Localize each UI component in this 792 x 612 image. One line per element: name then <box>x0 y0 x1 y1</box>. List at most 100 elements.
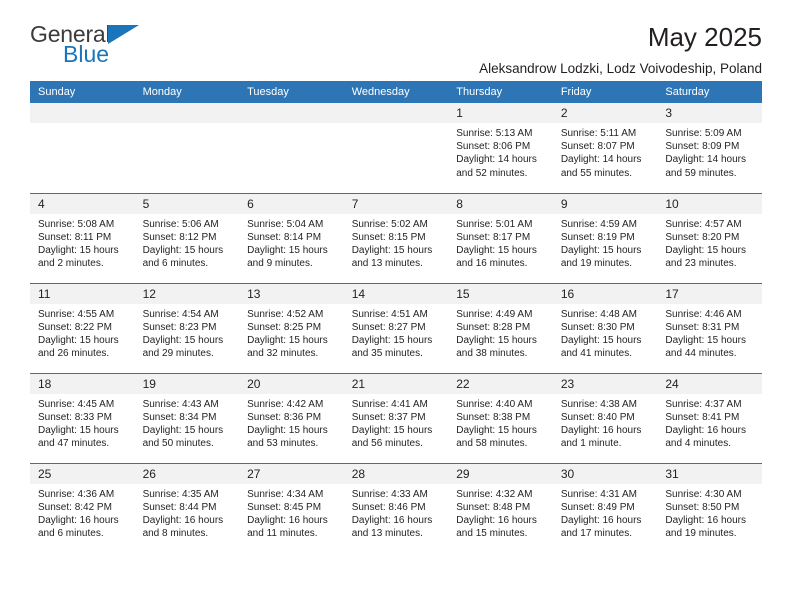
calendar-day-cell[interactable]: 10 Sunrise: 4:57 AM Sunset: 8:20 PM Dayligh… <box>657 192 762 283</box>
calendar-day-cell[interactable]: 5 Sunrise: 5:06 AM Sunset: 8:12 PM Daylight… <box>134 192 240 283</box>
calendar-day-cell[interactable]: 24 Sunrise: 4:37 AM Sunset: 8:41 PM Dayligh… <box>657 372 762 463</box>
sunrise-text: Sunrise: 4:36 AM <box>38 488 115 500</box>
daylight-text-line1: Daylight: 14 hours <box>560 154 642 166</box>
day-sun-info: Sunrise: 4:32 AM Sunset: 8:48 PM Daylight:… <box>448 484 553 541</box>
sunrise-text: Sunrise: 4:45 AM <box>38 398 115 410</box>
daylight-text-line1: Daylight: 15 hours <box>560 334 642 346</box>
sunset-text: Sunset: 8:44 PM <box>142 501 217 513</box>
day-number: 23 <box>552 373 658 394</box>
daylight-text-line1: Daylight: 15 hours <box>142 244 224 256</box>
calendar-day-cell[interactable]: 11 Sunrise: 4:55 AM Sunset: 8:22 PM Dayligh… <box>30 282 135 373</box>
calendar-day-cell[interactable]: 28 Sunrise: 4:33 AM Sunset: 8:46 PM Dayligh… <box>343 462 449 553</box>
day-number: 27 <box>239 463 344 484</box>
daylight-text-line2: and 15 minutes. <box>456 528 528 540</box>
day-number: 15 <box>448 283 553 304</box>
calendar-week-row: 25 Sunrise: 4:36 AM Sunset: 8:42 PM Dayligh… <box>30 462 762 553</box>
calendar-day-cell[interactable]: 2 Sunrise: 5:11 AM Sunset: 8:07 PM Daylight… <box>552 103 658 193</box>
sunrise-text: Sunrise: 4:52 AM <box>247 308 324 320</box>
sunset-text: Sunset: 8:34 PM <box>142 411 217 423</box>
daylight-text-line1: Daylight: 15 hours <box>247 424 328 436</box>
daylight-text-line2: and 47 minutes. <box>38 438 110 450</box>
day-sun-info: Sunrise: 5:06 AM Sunset: 8:12 PM Daylight:… <box>135 214 240 271</box>
calendar-day-cell[interactable]: 6 Sunrise: 5:04 AM Sunset: 8:14 PM Daylight… <box>239 192 344 283</box>
day-number: 14 <box>343 283 449 304</box>
calendar-day-cell[interactable]: 22 Sunrise: 4:40 AM Sunset: 8:38 PM Dayligh… <box>448 372 553 463</box>
calendar-day-cell[interactable]: 7 Sunrise: 5:02 AM Sunset: 8:15 PM Daylight… <box>343 192 449 283</box>
calendar-page: General Blue May 2025 Aleksandrow Lodzki… <box>0 0 792 612</box>
sunrise-text: Sunrise: 4:37 AM <box>665 398 742 410</box>
daylight-text-line2: and 2 minutes. <box>38 258 104 270</box>
daylight-text-line2: and 8 minutes. <box>142 528 209 540</box>
sunrise-text: Sunrise: 4:33 AM <box>351 488 428 500</box>
sunset-text: Sunset: 8:11 PM <box>38 231 112 243</box>
daylight-text-line2: and 50 minutes. <box>142 438 214 450</box>
calendar-day-cell[interactable]: 30 Sunrise: 4:31 AM Sunset: 8:49 PM Dayligh… <box>552 462 658 553</box>
daylight-text-line1: Daylight: 15 hours <box>456 244 537 256</box>
weekday-header-saturday: Saturday <box>657 81 762 103</box>
calendar-day-cell[interactable]: 19 Sunrise: 4:43 AM Sunset: 8:34 PM Dayligh… <box>134 372 240 463</box>
day-number: 22 <box>448 373 553 394</box>
day-sun-info: Sunrise: 5:01 AM Sunset: 8:17 PM Daylight:… <box>448 214 553 271</box>
sunset-text: Sunset: 8:27 PM <box>351 321 426 333</box>
calendar-week-row: 1 Sunrise: 5:13 AM Sunset: 8:06 PM Daylight… <box>30 103 762 193</box>
day-cell-inner: 11 Sunrise: 4:55 AM Sunset: 8:22 PM Dayligh… <box>30 283 135 373</box>
calendar-day-cell[interactable]: 17 Sunrise: 4:46 AM Sunset: 8:31 PM Dayligh… <box>657 282 762 373</box>
calendar-day-cell[interactable]: 29 Sunrise: 4:32 AM Sunset: 8:48 PM Dayligh… <box>448 462 553 553</box>
calendar-day-cell[interactable]: 9 Sunrise: 4:59 AM Sunset: 8:19 PM Daylight… <box>552 192 658 283</box>
day-sun-info: Sunrise: 5:02 AM Sunset: 8:15 PM Daylight:… <box>344 214 449 271</box>
calendar-day-cell[interactable]: 13 Sunrise: 4:52 AM Sunset: 8:25 PM Dayligh… <box>239 282 344 373</box>
calendar-day-cell[interactable]: 20 Sunrise: 4:42 AM Sunset: 8:36 PM Dayligh… <box>239 372 344 463</box>
day-sun-info: Sunrise: 4:45 AM Sunset: 8:33 PM Daylight:… <box>30 394 135 451</box>
day-sun-info: Sunrise: 4:49 AM Sunset: 8:28 PM Daylight:… <box>448 304 553 361</box>
calendar-day-cell[interactable]: 1 Sunrise: 5:13 AM Sunset: 8:06 PM Daylight… <box>448 103 553 193</box>
day-sun-info: Sunrise: 4:40 AM Sunset: 8:38 PM Daylight:… <box>448 394 553 451</box>
day-sun-info: Sunrise: 4:52 AM Sunset: 8:25 PM Daylight:… <box>239 304 344 361</box>
weekday-header-sunday: Sunday <box>30 81 135 103</box>
daylight-text-line2: and 52 minutes. <box>456 167 528 179</box>
weekday-header-friday: Friday <box>552 81 658 103</box>
daylight-text-line2: and 53 minutes. <box>247 438 319 450</box>
calendar-day-cell[interactable]: 8 Sunrise: 5:01 AM Sunset: 8:17 PM Daylight… <box>448 192 553 283</box>
sunset-text: Sunset: 8:41 PM <box>665 411 740 423</box>
day-number: 13 <box>239 283 344 304</box>
calendar-day-cell[interactable]: 23 Sunrise: 4:38 AM Sunset: 8:40 PM Dayligh… <box>552 372 658 463</box>
daylight-text-line1: Daylight: 15 hours <box>142 424 224 436</box>
sunset-text: Sunset: 8:42 PM <box>38 501 112 513</box>
sunrise-text: Sunrise: 5:11 AM <box>560 128 637 139</box>
day-sun-info: Sunrise: 4:43 AM Sunset: 8:34 PM Daylight:… <box>135 394 240 451</box>
sunrise-text: Sunrise: 4:38 AM <box>560 398 637 410</box>
calendar-day-cell[interactable]: 15 Sunrise: 4:49 AM Sunset: 8:28 PM Dayligh… <box>448 282 553 373</box>
day-sun-info: Sunrise: 5:08 AM Sunset: 8:11 PM Daylight:… <box>30 214 135 271</box>
sunset-text: Sunset: 8:48 PM <box>456 501 531 513</box>
sunset-text: Sunset: 8:30 PM <box>560 321 635 333</box>
sunrise-text: Sunrise: 4:59 AM <box>560 218 637 230</box>
day-cell-inner: 24 Sunrise: 4:37 AM Sunset: 8:41 PM Dayligh… <box>657 373 762 463</box>
calendar-day-cell[interactable]: 16 Sunrise: 4:48 AM Sunset: 8:30 PM Dayligh… <box>552 282 658 373</box>
calendar-day-cell[interactable]: 25 Sunrise: 4:36 AM Sunset: 8:42 PM Dayligh… <box>30 462 135 553</box>
calendar-day-cell-empty <box>343 103 449 193</box>
daylight-text-line1: Daylight: 15 hours <box>351 424 433 436</box>
calendar-day-cell[interactable]: 3 Sunrise: 5:09 AM Sunset: 8:09 PM Daylight… <box>657 103 762 193</box>
calendar-day-cell[interactable]: 21 Sunrise: 4:41 AM Sunset: 8:37 PM Dayligh… <box>343 372 449 463</box>
calendar-day-cell[interactable]: 12 Sunrise: 4:54 AM Sunset: 8:23 PM Dayligh… <box>134 282 240 373</box>
daylight-text-line1: Daylight: 16 hours <box>247 514 328 526</box>
daylight-text-line2: and 29 minutes. <box>142 348 214 360</box>
daylight-text-line1: Daylight: 16 hours <box>665 514 746 526</box>
sunrise-text: Sunrise: 4:42 AM <box>247 398 324 410</box>
day-sun-info: Sunrise: 4:41 AM Sunset: 8:37 PM Daylight:… <box>344 394 449 451</box>
daylight-text-line2: and 58 minutes. <box>456 438 528 450</box>
day-number: 5 <box>134 193 240 214</box>
calendar-day-cell[interactable]: 31 Sunrise: 4:30 AM Sunset: 8:50 PM Dayligh… <box>657 462 762 553</box>
general-blue-logo[interactable]: General Blue <box>30 22 250 78</box>
calendar-day-cell[interactable]: 4 Sunrise: 5:08 AM Sunset: 8:11 PM Daylight… <box>30 192 135 283</box>
calendar-day-cell[interactable]: 18 Sunrise: 4:45 AM Sunset: 8:33 PM Dayligh… <box>30 372 135 463</box>
weekday-header-wednesday: Wednesday <box>343 81 449 103</box>
calendar-day-cell[interactable]: 27 Sunrise: 4:34 AM Sunset: 8:45 PM Dayligh… <box>239 462 344 553</box>
day-sun-info: Sunrise: 5:11 AM Sunset: 8:07 PM Daylight:… <box>553 123 658 180</box>
sunset-text: Sunset: 8:15 PM <box>351 231 426 243</box>
calendar-day-cell[interactable]: 14 Sunrise: 4:51 AM Sunset: 8:27 PM Dayligh… <box>343 282 449 373</box>
day-sun-info: Sunrise: 4:46 AM Sunset: 8:31 PM Daylight:… <box>657 304 762 361</box>
day-cell-inner: 21 Sunrise: 4:41 AM Sunset: 8:37 PM Dayligh… <box>343 373 449 463</box>
daylight-text-line1: Daylight: 15 hours <box>38 424 119 436</box>
calendar-day-cell[interactable]: 26 Sunrise: 4:35 AM Sunset: 8:44 PM Dayligh… <box>134 462 240 553</box>
